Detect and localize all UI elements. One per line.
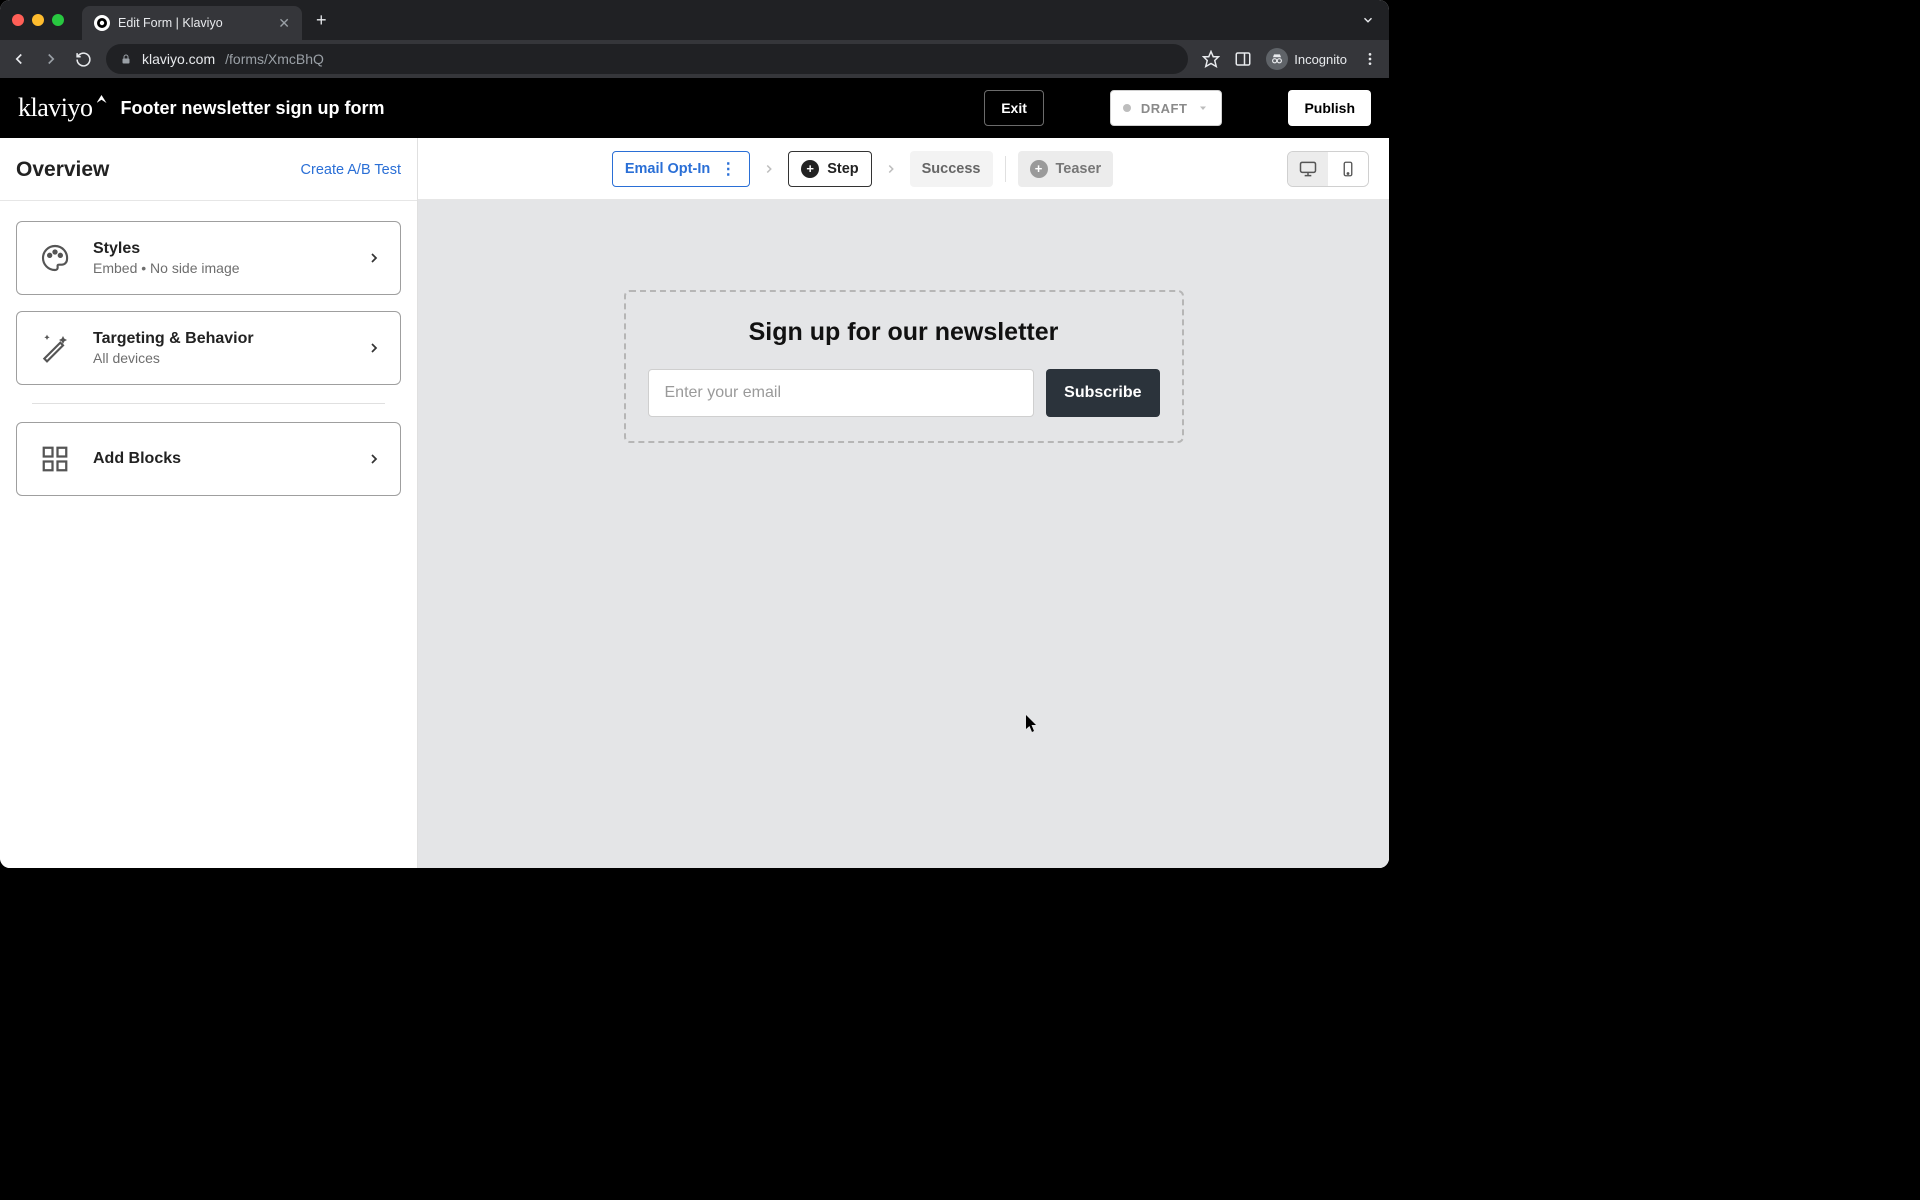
address-bar[interactable]: klaviyo.com/forms/XmcBhQ — [106, 44, 1188, 74]
browser-menu-icon[interactable] — [1361, 50, 1379, 68]
card-subtitle: Embed • No side image — [93, 260, 348, 276]
browser-toolbar: klaviyo.com/forms/XmcBhQ Incognito — [0, 40, 1389, 78]
klaviyo-logo[interactable]: klaviyo — [18, 93, 93, 123]
chevron-right-icon — [366, 340, 382, 356]
subscribe-button[interactable]: Subscribe — [1046, 369, 1159, 417]
panel-icon[interactable] — [1234, 50, 1252, 68]
exit-button[interactable]: Exit — [984, 90, 1044, 126]
cursor-icon — [1026, 715, 1038, 733]
mobile-preview-button[interactable] — [1328, 152, 1368, 186]
new-tab-button[interactable]: + — [316, 10, 327, 31]
tab-favicon-icon — [94, 15, 110, 31]
app-window: Edit Form | Klaviyo ✕ + klaviyo.com/form… — [0, 0, 1389, 868]
lock-icon — [120, 53, 132, 65]
card-title: Add Blocks — [93, 450, 348, 468]
tab-close-icon[interactable]: ✕ — [278, 15, 290, 32]
sidebar-header: Overview Create A/B Test — [0, 138, 417, 201]
card-title: Styles — [93, 240, 348, 258]
window-controls — [12, 14, 64, 26]
minimize-window-button[interactable] — [32, 14, 44, 26]
canvas-panel: Email Opt-In ⋮ + Step Success — [418, 138, 1389, 868]
incognito-label: Incognito — [1294, 52, 1347, 67]
form-heading[interactable]: Sign up for our newsletter — [648, 318, 1160, 347]
chevron-right-icon — [366, 250, 382, 266]
app-body: Overview Create A/B Test Styles Embed • … — [0, 138, 1389, 868]
sidebar-title: Overview — [16, 158, 109, 182]
toolbar-right: Incognito — [1202, 48, 1379, 70]
blocks-icon — [35, 439, 75, 479]
chevron-right-icon — [366, 451, 382, 467]
teaser-button[interactable]: + Teaser — [1018, 151, 1114, 187]
card-subtitle: All devices — [93, 350, 348, 366]
app-header: klaviyo Footer newsletter sign up form E… — [0, 78, 1389, 138]
bookmark-icon[interactable] — [1202, 50, 1220, 68]
reload-button[interactable] — [74, 50, 92, 68]
status-label: DRAFT — [1141, 101, 1188, 116]
plus-circle-icon: + — [1030, 160, 1048, 178]
browser-tab[interactable]: Edit Form | Klaviyo ✕ — [82, 6, 302, 40]
incognito-icon — [1266, 48, 1288, 70]
divider — [32, 403, 385, 404]
add-step-button[interactable]: + Step — [788, 151, 871, 187]
status-dropdown[interactable]: DRAFT — [1110, 90, 1223, 126]
status-dot-icon — [1123, 104, 1131, 112]
tab-title: Edit Form | Klaviyo — [118, 16, 270, 30]
forward-button[interactable] — [42, 50, 60, 68]
close-window-button[interactable] — [12, 14, 24, 26]
page-title: Footer newsletter sign up form — [121, 98, 385, 119]
desktop-preview-button[interactable] — [1288, 152, 1328, 186]
step-bar: Email Opt-In ⋮ + Step Success — [418, 138, 1389, 200]
sidebar-cards: Styles Embed • No side image Targeting &… — [0, 201, 417, 516]
publish-button[interactable]: Publish — [1288, 90, 1371, 126]
incognito-badge[interactable]: Incognito — [1266, 48, 1347, 70]
caret-down-icon — [1197, 102, 1209, 114]
palette-icon — [35, 238, 75, 278]
plus-circle-icon: + — [801, 160, 819, 178]
sidebar-card-add-blocks[interactable]: Add Blocks — [16, 422, 401, 496]
maximize-window-button[interactable] — [52, 14, 64, 26]
divider — [1005, 156, 1006, 182]
step-label: Email Opt-In — [625, 161, 710, 177]
email-input[interactable] — [648, 369, 1035, 417]
chevron-right-icon — [762, 162, 776, 176]
device-toggle — [1287, 151, 1369, 187]
chevron-right-icon — [884, 162, 898, 176]
step-success[interactable]: Success — [910, 151, 993, 187]
form-row: Subscribe — [648, 369, 1160, 417]
step-label: Step — [827, 161, 858, 177]
back-button[interactable] — [10, 50, 28, 68]
browser-titlebar: Edit Form | Klaviyo ✕ + — [0, 0, 1389, 40]
wand-icon — [35, 328, 75, 368]
preview-canvas[interactable]: Sign up for our newsletter Subscribe — [418, 200, 1389, 868]
step-email-optin[interactable]: Email Opt-In ⋮ — [612, 151, 750, 187]
url-path: /forms/XmcBhQ — [225, 51, 324, 67]
sidebar-card-targeting[interactable]: Targeting & Behavior All devices — [16, 311, 401, 385]
sidebar: Overview Create A/B Test Styles Embed • … — [0, 138, 418, 868]
create-ab-test-link[interactable]: Create A/B Test — [301, 162, 401, 178]
step-label: Teaser — [1056, 161, 1102, 177]
tabs-overflow-icon[interactable] — [1361, 13, 1375, 27]
step-label: Success — [922, 161, 981, 177]
kebab-icon[interactable]: ⋮ — [718, 159, 737, 179]
url-host: klaviyo.com — [142, 51, 215, 67]
form-preview[interactable]: Sign up for our newsletter Subscribe — [624, 290, 1184, 443]
card-title: Targeting & Behavior — [93, 330, 348, 348]
sidebar-card-styles[interactable]: Styles Embed • No side image — [16, 221, 401, 295]
